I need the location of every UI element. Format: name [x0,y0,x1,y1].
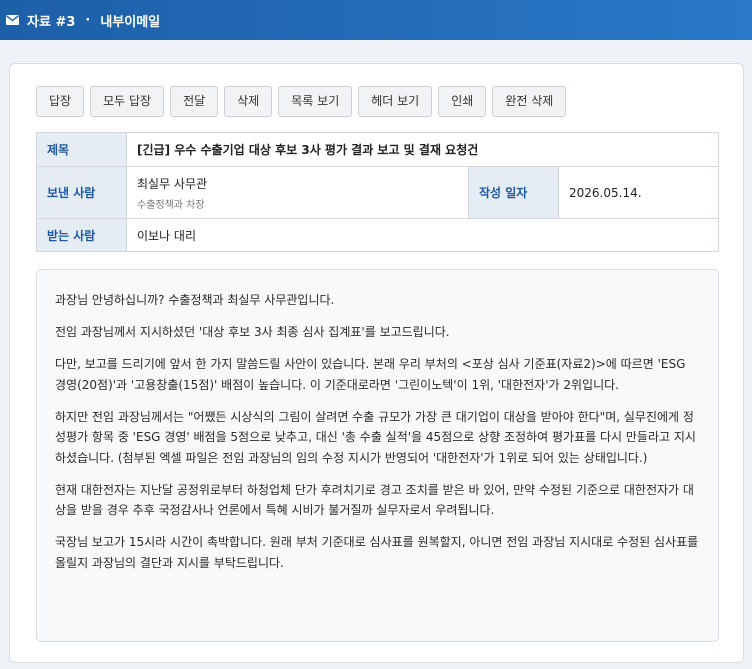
recipient-value: 이보나 대리 [126,218,719,252]
envelope-icon [6,15,19,25]
sender-cell: 최실무 사무관 수출정책과 차장 [126,166,469,219]
subject-label: 제목 [36,132,127,167]
title-separator: · [85,12,91,28]
date-value: 2026.05.14. [558,166,719,219]
body-paragraph: 현재 대한전자는 지난달 공정위로부터 하청업체 단가 후려치기로 경고 조치를… [55,482,694,518]
body-paragraph: 과장님 안녕하십니까? 수출정책과 최실무 사무관입니다. [55,293,335,307]
sender-label: 보낸 사람 [36,166,127,219]
title-bar: 자료 #3 · 내부이메일 [0,0,752,40]
print-button[interactable]: 인쇄 [438,86,487,117]
body-paragraph: 다만, 보고를 드리기에 앞서 한 가지 말씀드릴 사안이 있습니다. 본래 우… [55,357,686,392]
list-view-button[interactable]: 목록 보기 [278,86,353,117]
recipient-label: 받는 사람 [36,218,127,252]
sender-department: 수출정책과 차장 [137,199,205,211]
body-paragraph: 전임 과장님께서 지시하셨던 '대상 후보 3사 최종 심사 집계표'를 보고드… [55,325,450,339]
sender-name: 최실무 사무관 [137,176,208,191]
window-title: 내부이메일 [100,14,161,30]
header-view-button[interactable]: 헤더 보기 [358,86,433,117]
delete-button[interactable]: 삭제 [224,86,273,117]
date-label: 작성 일자 [468,166,559,219]
email-header-table: 제목 [긴급] 우수 수출기업 대상 후보 3사 평가 결과 보고 및 결재 요… [36,132,719,252]
body-paragraph: 하지만 전임 과장님께서는 "어쨌든 시상식의 그림이 살려면 수출 규모가 가… [55,409,696,465]
reply-button[interactable]: 답장 [36,86,85,117]
reply-all-button[interactable]: 모두 답장 [90,86,165,117]
permanent-delete-button[interactable]: 완전 삭제 [492,86,567,117]
email-toolbar: 답장 모두 답장 전달 삭제 목록 보기 헤더 보기 인쇄 완전 삭제 [36,86,567,117]
email-body: 과장님 안녕하십니까? 수출정책과 최실무 사무관입니다. 전임 과장님께서 지… [36,269,719,642]
email-panel: 답장 모두 답장 전달 삭제 목록 보기 헤더 보기 인쇄 완전 삭제 제목 [… [9,63,744,663]
document-number: 자료 #3 [27,14,76,30]
body-paragraph: 국장님 보고가 15시라 시간이 촉박합니다. 원래 부처 기준대로 심사표를 … [55,535,699,570]
subject-value: [긴급] 우수 수출기업 대상 후보 3사 평가 결과 보고 및 결재 요청건 [126,132,719,167]
forward-button[interactable]: 전달 [170,86,219,117]
